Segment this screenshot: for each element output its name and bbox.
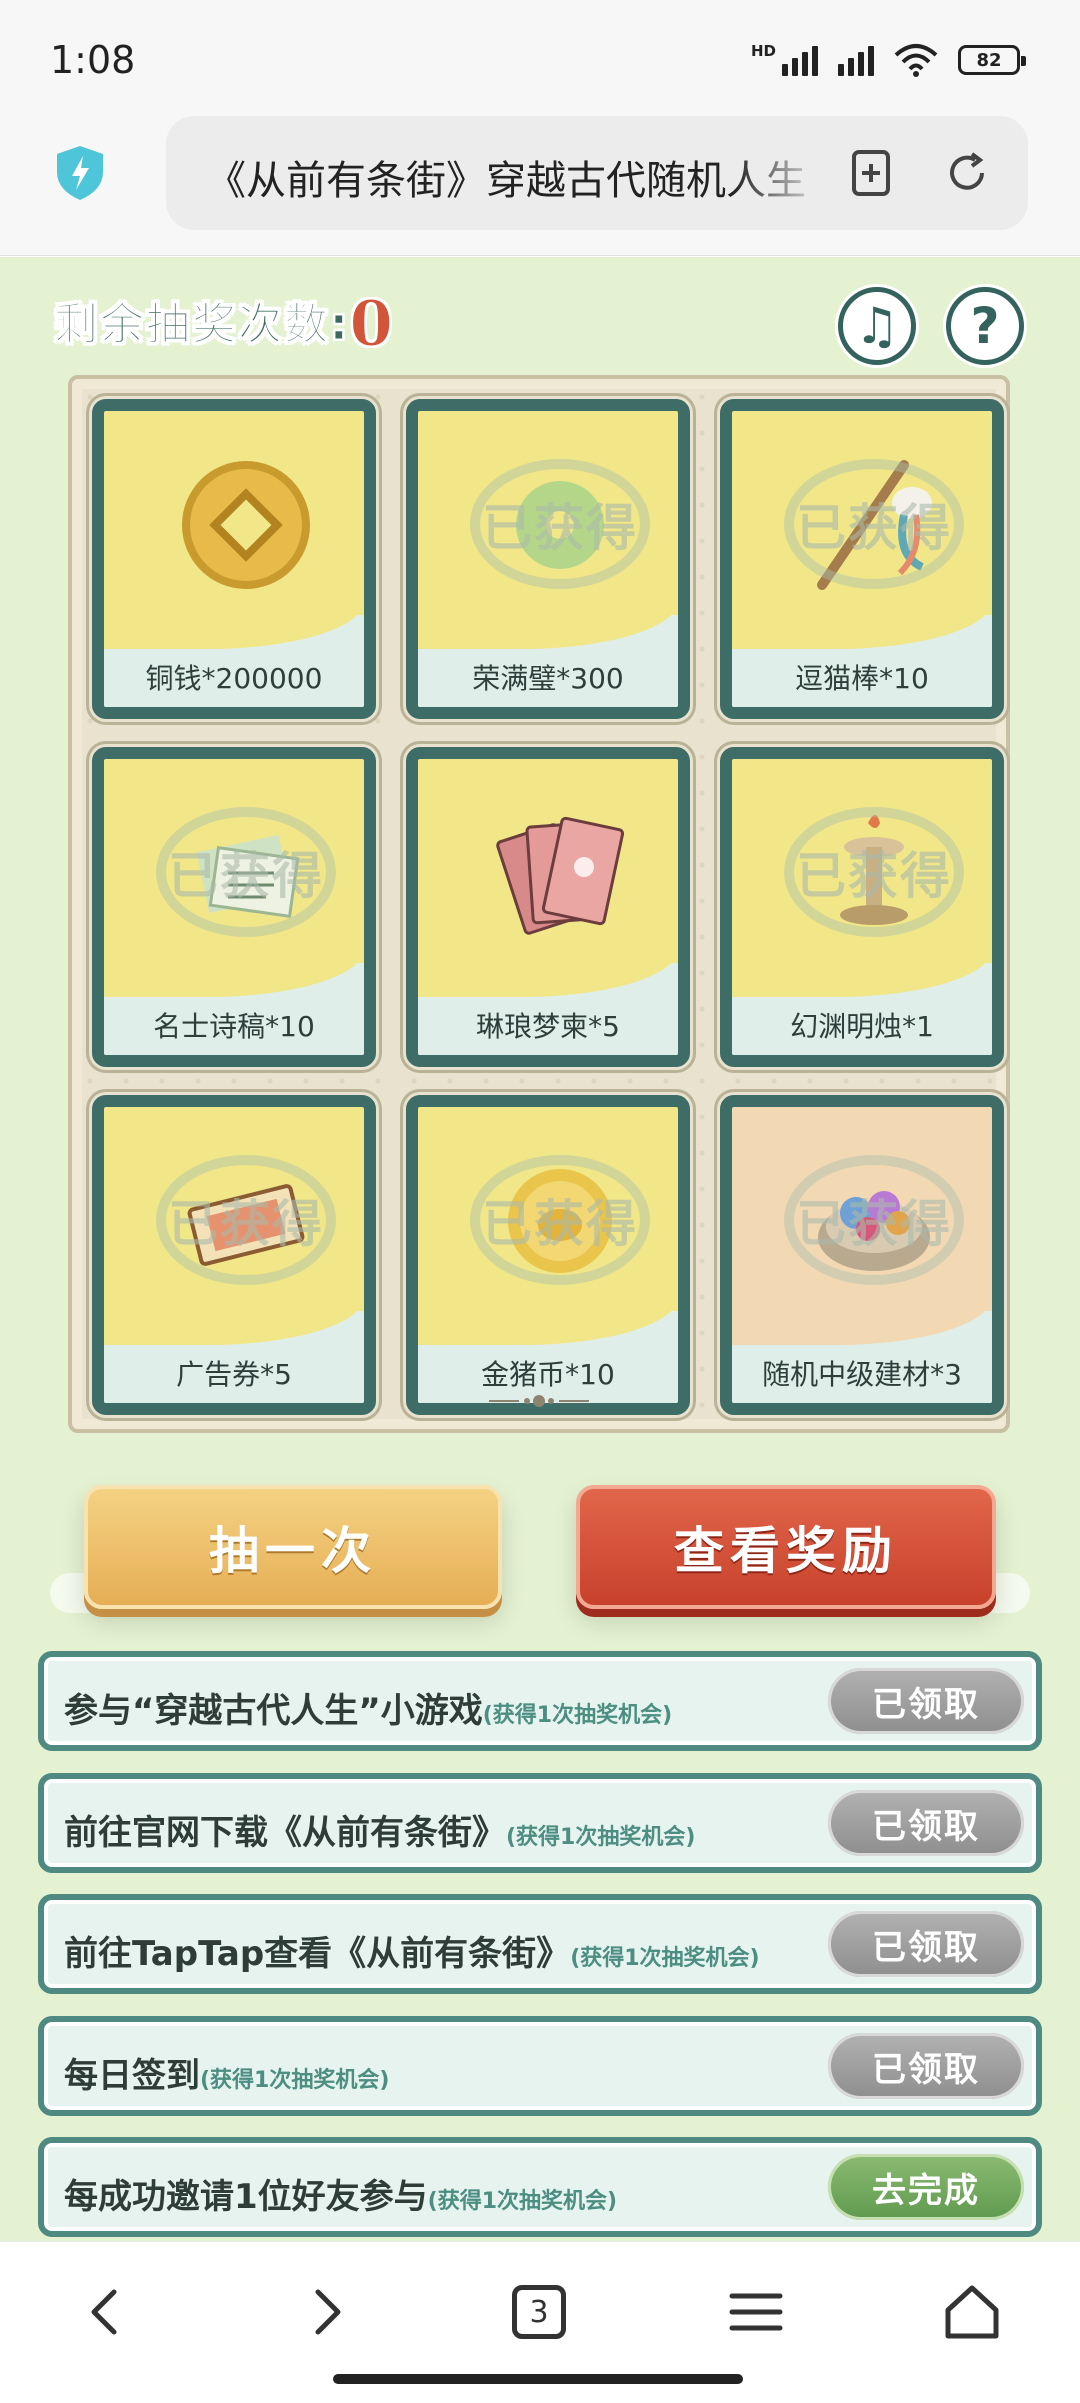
prize-cell: 已获得 荣满璧*300	[406, 399, 690, 719]
task-reward: (获得1次抽奖机会)	[570, 1946, 760, 1971]
prize-label: 随机中级建材*3	[762, 1358, 962, 1391]
task-title: 参与“穿越古代人生”小游戏(获得1次抽奖机会)	[64, 1691, 673, 1731]
add-tab-icon[interactable]	[846, 148, 896, 198]
signal-icon	[782, 44, 818, 76]
prize-cell: 已获得 广告券*5	[92, 1095, 376, 1415]
prize-label: 荣满璧*300	[472, 662, 624, 695]
prize-cell: 琳琅梦柬*5	[406, 747, 690, 1067]
task-item: 参与“穿越古代人生”小游戏(获得1次抽奖机会) 已领取	[38, 1651, 1042, 1751]
task-item: 前往TapTap查看《从前有条街》(获得1次抽奖机会) 已领取	[38, 1894, 1042, 1994]
battery-icon: 82	[958, 45, 1026, 75]
obtained-stamp: 已获得	[784, 1155, 964, 1285]
prize-label: 广告券*5	[176, 1358, 292, 1391]
back-icon[interactable]	[76, 2282, 136, 2342]
tabs-icon[interactable]: 3	[512, 2285, 566, 2339]
board-ornament	[72, 1391, 1006, 1417]
obtained-stamp: 已获得	[784, 807, 964, 937]
prize-cell: 已获得 金猪币*10	[406, 1095, 690, 1415]
obtained-stamp: 已获得	[156, 1155, 336, 1285]
task-title: 前往TapTap查看《从前有条街》(获得1次抽奖机会)	[64, 1934, 760, 1974]
go-complete-button[interactable]: 去完成	[828, 2154, 1024, 2220]
obtained-stamp: 已获得	[470, 459, 650, 589]
task-title: 每日签到(获得1次抽奖机会)	[64, 2056, 390, 2096]
prize-label: 名士诗稿*10	[153, 1010, 315, 1043]
prize-board: 铜钱*200000 已获得 荣满璧*300 已获得 逗猫棒*10 已获得 名士诗…	[68, 375, 1010, 1433]
remaining-draws-label: 剩余抽奖次数:	[54, 299, 350, 351]
task-title: 每成功邀请1位好友参与(获得1次抽奖机会)	[64, 2177, 618, 2217]
remaining-draws: 剩余抽奖次数:0	[54, 287, 395, 361]
prize-label: 琳琅梦柬*5	[476, 1010, 620, 1043]
view-rewards-button[interactable]: 查看奖励	[576, 1485, 996, 1609]
status-bar: 1:08 HD 82	[0, 0, 1080, 110]
prize-cell: 铜钱*200000	[92, 399, 376, 719]
task-reward: (获得1次抽奖机会)	[200, 2068, 390, 2093]
obtained-stamp: 已获得	[784, 459, 964, 589]
music-note-icon[interactable]: ♫	[838, 287, 916, 365]
signal-icon-2	[838, 44, 874, 76]
prize-label: 逗猫棒*10	[795, 662, 929, 695]
shield-icon[interactable]	[54, 144, 106, 202]
prize-cell: 已获得 逗猫棒*10	[720, 399, 1004, 719]
task-reward: (获得1次抽奖机会)	[427, 2189, 618, 2214]
obtained-stamp: 已获得	[470, 1155, 650, 1285]
wifi-icon	[894, 44, 938, 77]
lottery-page: 剩余抽奖次数:0 ♫ ? 铜钱*200000 已获得 荣满璧*300 已获得 逗…	[0, 257, 1080, 2241]
task-reward: (获得1次抽奖机会)	[482, 1703, 673, 1728]
claimed-button[interactable]: 已领取	[828, 1790, 1024, 1856]
prize-grid: 铜钱*200000 已获得 荣满璧*300 已获得 逗猫棒*10 已获得 名士诗…	[92, 399, 1004, 1415]
task-title: 前往官网下载《从前有条街》(获得1次抽奖机会)	[64, 1813, 696, 1853]
home-icon[interactable]	[942, 2282, 1002, 2342]
prize-cell: 已获得 名士诗稿*10	[92, 747, 376, 1067]
browser-toolbar: 《从前有条街》穿越古代随机人生	[0, 110, 1080, 256]
claimed-button[interactable]: 已领取	[828, 1668, 1024, 1734]
task-item: 每成功邀请1位好友参与(获得1次抽奖机会) 去完成	[38, 2137, 1042, 2237]
claimed-button[interactable]: 已领取	[828, 1911, 1024, 1977]
prize-label: 金猪币*10	[481, 1358, 615, 1391]
copper-coin-icon	[182, 461, 310, 589]
obtained-stamp: 已获得	[156, 807, 336, 937]
ornament-icon	[489, 1395, 589, 1407]
screen: 1:08 HD 82 《从前有条街》穿越古代随机人生 剩余抽奖次数:0 ♫ ? …	[0, 0, 1080, 2403]
dream-cards-icon	[496, 816, 625, 935]
home-indicator[interactable]	[333, 2374, 743, 2384]
question-icon[interactable]: ?	[946, 287, 1024, 365]
hd-label: HD	[750, 42, 776, 60]
url-text[interactable]: 《从前有条街》穿越古代随机人生	[206, 148, 826, 206]
status-time: 1:08	[50, 38, 136, 82]
menu-icon[interactable]	[726, 2282, 786, 2342]
refresh-icon[interactable]	[942, 148, 992, 198]
address-bar[interactable]: 《从前有条街》穿越古代随机人生	[166, 116, 1028, 230]
task-item: 每日签到(获得1次抽奖机会) 已领取	[38, 2016, 1042, 2116]
prize-label: 铜钱*200000	[145, 662, 323, 695]
remaining-draws-count: 0	[349, 287, 395, 361]
status-icons: HD 82	[750, 40, 1026, 80]
claimed-button[interactable]: 已领取	[828, 2033, 1024, 2099]
forward-icon[interactable]	[296, 2282, 356, 2342]
draw-once-button[interactable]: 抽一次	[84, 1485, 502, 1609]
prize-cell-special: 已获得 随机中级建材*3	[720, 1095, 1004, 1415]
prize-label: 幻渊明烛*1	[790, 1010, 934, 1043]
task-item: 前往官网下载《从前有条街》(获得1次抽奖机会) 已领取	[38, 1773, 1042, 1873]
prize-cell: 已获得 幻渊明烛*1	[720, 747, 1004, 1067]
task-reward: (获得1次抽奖机会)	[506, 1825, 696, 1850]
